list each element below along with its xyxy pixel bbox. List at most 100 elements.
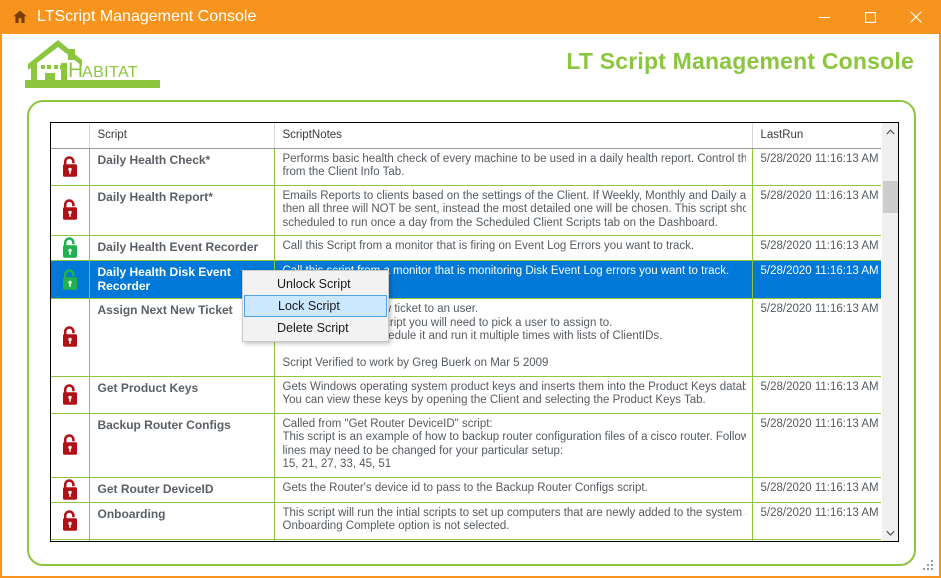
cell-last-run: 5/28/2020 11:16:13 AM <box>752 185 881 236</box>
resize-grip[interactable] <box>922 559 935 572</box>
lock-toggle-cell[interactable] <box>51 260 90 299</box>
padlock-icon <box>62 383 77 405</box>
lock-toggle-cell[interactable] <box>51 235 90 261</box>
home-icon <box>12 9 28 25</box>
padlock-icon <box>62 268 77 290</box>
cell-script-notes: This script will run the intial scripts … <box>274 502 753 540</box>
scrollbar-thumb[interactable] <box>883 181 898 213</box>
context-menu-item-unlock-script[interactable]: Unlock Script <box>243 273 388 295</box>
lock-toggle-cell[interactable] <box>51 185 90 236</box>
notes-line: Called from "Get Router DeviceID" script… <box>282 417 493 430</box>
notes-line: Script Verified to work by Greg Buerk on… <box>282 357 549 369</box>
content-panel: Script ScriptNotes LastRun Daily Health … <box>27 100 916 566</box>
padlock-icon <box>62 509 77 531</box>
padlock-icon <box>62 237 77 258</box>
padlock-icon <box>62 478 77 500</box>
context-menu-item-lock-script[interactable]: Lock Script <box>244 295 387 317</box>
notes-line: from the Client Info Tab. <box>282 166 405 178</box>
padlock-icon <box>62 326 77 347</box>
table-row[interactable]: Get Product Keys Gets Windows operating s… <box>51 376 881 414</box>
column-header-script[interactable]: Script <box>89 123 275 149</box>
table-body: Daily Health Check* Performs basic health… <box>51 148 881 541</box>
table-row[interactable]: Windows Server Role DetectionDetermines … <box>51 539 881 541</box>
padlock-icon <box>62 155 77 177</box>
table-row[interactable]: Daily Health Event Recorder Call this Scr… <box>51 235 881 261</box>
cell-script-name: Onboarding <box>89 502 275 540</box>
habitat-logo: H ABITAT <box>20 36 168 91</box>
table-header-row: Script ScriptNotes LastRun <box>51 123 881 149</box>
maximize-button[interactable] <box>847 0 893 34</box>
notes-line: then all three will NOT be sent, instead… <box>282 203 746 215</box>
cell-script-name: Daily Health Report* <box>89 185 275 236</box>
window-controls <box>801 0 939 34</box>
table-row[interactable]: Daily Health Disk Event Recorder Call thi… <box>51 260 881 299</box>
table-row[interactable]: Daily Health Check* Performs basic health… <box>51 148 881 186</box>
notes-line: lines may need to be changed for your pa… <box>282 444 564 457</box>
column-header-lock[interactable] <box>51 123 90 149</box>
notes-line: Gets Windows operating system product ke… <box>282 380 746 393</box>
svg-text:ABITAT: ABITAT <box>82 64 138 81</box>
cell-script-name: Windows Server Role Detection <box>89 539 275 541</box>
cell-last-run: 5/28/2020 11:16:13 AM <box>752 298 881 377</box>
notes-line: This script is an example of how to back… <box>282 431 746 443</box>
notes-line: 15, 21, 27, 33, 45, 51 <box>282 458 392 470</box>
notes-line: Call this Script from a monitor that is … <box>282 240 695 252</box>
table-row[interactable]: Onboarding This script will run the intia… <box>51 502 881 540</box>
grid-table-area: Script ScriptNotes LastRun Daily Health … <box>51 123 881 541</box>
page-title: LT Script Management Console <box>566 48 914 74</box>
lock-toggle-cell[interactable] <box>51 376 90 414</box>
cell-script-name: Get Router DeviceID <box>89 477 275 503</box>
title-bar: LTScript Management Console <box>2 0 939 34</box>
vertical-scrollbar[interactable] <box>881 123 898 541</box>
lock-toggle-cell[interactable] <box>51 148 90 186</box>
cell-script-notes: Call this Script from a monitor that is … <box>274 235 753 261</box>
context-menu-item-delete-script[interactable]: Delete Script <box>243 317 388 339</box>
close-button[interactable] <box>893 0 939 34</box>
notes-line: scheduled to run once a day from the Sch… <box>282 216 718 229</box>
cell-script-name: Daily Health Event Recorder <box>89 235 275 261</box>
cell-last-run: 5/28/2020 11:16:13 AM <box>752 235 881 261</box>
notes-line: Performs basic health check of every mac… <box>282 152 746 165</box>
cell-script-notes: Emails Reports to clients based on the s… <box>274 185 753 236</box>
table-row[interactable]: Assign Next New TicketAssigns the next n… <box>51 298 881 377</box>
lock-toggle-cell[interactable] <box>51 502 90 540</box>
table-header: Script ScriptNotes LastRun <box>51 123 881 149</box>
cell-script-name: Backup Router Configs <box>89 413 275 478</box>
notes-line: This script will run the intial scripts … <box>282 506 746 519</box>
chevron-down-icon[interactable] <box>882 524 898 541</box>
cell-script-notes: Called from "Get Router DeviceID" script… <box>274 413 753 478</box>
cell-last-run: 5/28/2020 11:16:13 AM <box>752 260 881 299</box>
notes-line: Gets the Router's device id to pass to t… <box>282 481 648 494</box>
chevron-up-icon[interactable] <box>882 123 898 140</box>
cell-script-notes: Gets Windows operating system product ke… <box>274 376 753 414</box>
cell-last-run: 5/28/2020 11:16:13 AM <box>752 376 881 414</box>
cell-last-run: 5/28/2020 11:16:13 AM <box>752 502 881 540</box>
padlock-icon <box>62 434 77 455</box>
header-band: H ABITAT LT Script Management Console <box>2 34 939 100</box>
column-header-lastrun[interactable]: LastRun <box>752 123 881 149</box>
context-menu[interactable]: Unlock Script Lock Script Delete Script <box>242 270 389 342</box>
notes-line <box>283 344 746 358</box>
scripts-table: Script ScriptNotes LastRun Daily Health … <box>51 123 881 541</box>
window-title: LTScript Management Console <box>37 8 257 25</box>
table-row[interactable]: Backup Router Configs Called from "Get Ro… <box>51 413 881 478</box>
cell-last-run: 5/28/2020 11:16:13 AM <box>752 539 881 541</box>
table-row[interactable]: Daily Health Report* Emails Reports to cl… <box>51 185 881 236</box>
application-window: LTScript Management Console H ABITAT LT … <box>0 0 941 578</box>
lock-toggle-cell[interactable] <box>51 539 90 541</box>
notes-line: You can view these keys by opening the C… <box>282 394 706 406</box>
minimize-button[interactable] <box>801 0 847 34</box>
notes-line: Emails Reports to clients based on the s… <box>282 189 746 202</box>
lock-toggle-cell[interactable] <box>51 477 90 503</box>
column-header-scriptnotes[interactable]: ScriptNotes <box>274 123 753 149</box>
lock-toggle-cell[interactable] <box>51 413 90 478</box>
cell-last-run: 5/28/2020 11:16:13 AM <box>752 413 881 478</box>
table-row[interactable]: Get Router DeviceID Gets the Router's dev… <box>51 477 881 503</box>
lock-toggle-cell[interactable] <box>51 298 90 377</box>
cell-script-name: Daily Health Check* <box>89 148 275 186</box>
cell-last-run: 5/28/2020 11:16:13 AM <box>752 148 881 186</box>
cell-script-name: Get Product Keys <box>89 376 275 414</box>
padlock-icon <box>62 199 77 220</box>
notes-line: Onboarding Complete option is not select… <box>282 520 510 532</box>
cell-script-notes: Performs basic health check of every mac… <box>274 148 753 186</box>
